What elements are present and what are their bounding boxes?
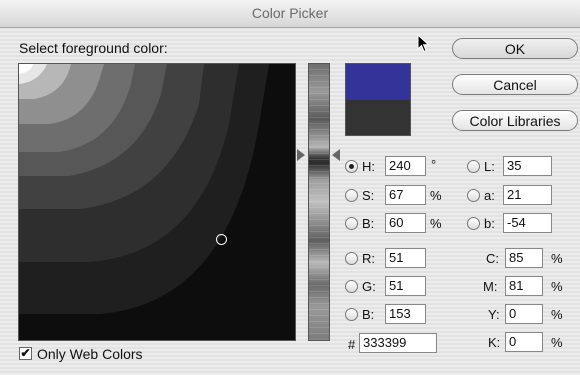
cyan-label: C: (486, 251, 499, 266)
magenta-input[interactable]: 81 (505, 276, 543, 296)
color-swatch (345, 63, 411, 136)
a-channel-label: a: (484, 188, 495, 203)
brightness-label: B: (362, 216, 375, 231)
blue-label: B: (362, 307, 375, 322)
field-picker-ring[interactable] (216, 234, 227, 245)
current-color-swatch (346, 99, 410, 135)
saturation-input[interactable]: 67 (385, 185, 426, 205)
web-colors-checkbox[interactable]: ✔ (19, 347, 32, 360)
cyan-input[interactable]: 85 (505, 248, 543, 268)
green-input[interactable]: 51 (385, 276, 426, 296)
saturation-unit: % (430, 188, 442, 203)
blue-input[interactable]: 153 (385, 304, 426, 324)
radio-saturation[interactable] (345, 189, 358, 202)
hue-slider-bands (309, 64, 329, 340)
color-field-gradient (19, 64, 295, 340)
cyan-unit: % (551, 251, 563, 266)
lightness-label: L: (484, 159, 495, 174)
color-libraries-button[interactable]: Color Libraries (452, 110, 578, 131)
radio-hue[interactable] (345, 160, 358, 173)
lightness-input[interactable]: 35 (503, 156, 552, 176)
black-unit: % (551, 335, 563, 350)
hex-input[interactable]: 333399 (359, 333, 437, 353)
red-input[interactable]: 51 (385, 248, 426, 268)
magenta-unit: % (551, 279, 563, 294)
radio-brightness[interactable] (345, 217, 358, 230)
a-channel-input[interactable]: 21 (503, 185, 552, 205)
b-channel-input[interactable]: -54 (503, 213, 552, 233)
window-title: Color Picker (0, 0, 580, 28)
slider-arrow-left-icon[interactable] (297, 149, 305, 161)
mouse-pointer-icon (417, 34, 430, 53)
yellow-unit: % (551, 307, 563, 322)
red-label: R: (362, 251, 375, 266)
saturation-label: S: (362, 188, 375, 203)
hue-label: H: (362, 159, 375, 174)
yellow-label: Y: (488, 307, 500, 322)
hex-label: # (348, 337, 356, 352)
yellow-input[interactable]: 0 (505, 304, 543, 324)
brightness-unit: % (430, 216, 442, 231)
new-color-swatch (346, 64, 410, 100)
radio-b-channel[interactable] (467, 217, 480, 230)
radio-red[interactable] (345, 252, 358, 265)
magenta-label: M: (483, 279, 498, 294)
ok-button[interactable]: OK (452, 38, 578, 59)
web-colors-label: Only Web Colors (37, 346, 143, 362)
hue-unit: ° (431, 157, 437, 172)
prompt-label: Select foreground color: (19, 40, 168, 56)
radio-a-channel[interactable] (467, 189, 480, 202)
radio-green[interactable] (345, 280, 358, 293)
black-label: K: (488, 335, 501, 350)
hue-input[interactable]: 240 (385, 156, 426, 176)
brightness-input[interactable]: 60 (385, 213, 426, 233)
radio-lightness[interactable] (467, 160, 480, 173)
hue-slider[interactable] (308, 63, 330, 341)
radio-blue[interactable] (345, 308, 358, 321)
black-input[interactable]: 0 (505, 332, 543, 352)
b-channel-label: b: (484, 216, 495, 231)
green-label: G: (362, 279, 376, 294)
color-field[interactable] (18, 63, 296, 341)
slider-arrow-right-icon[interactable] (332, 149, 340, 161)
cancel-button[interactable]: Cancel (452, 74, 578, 95)
